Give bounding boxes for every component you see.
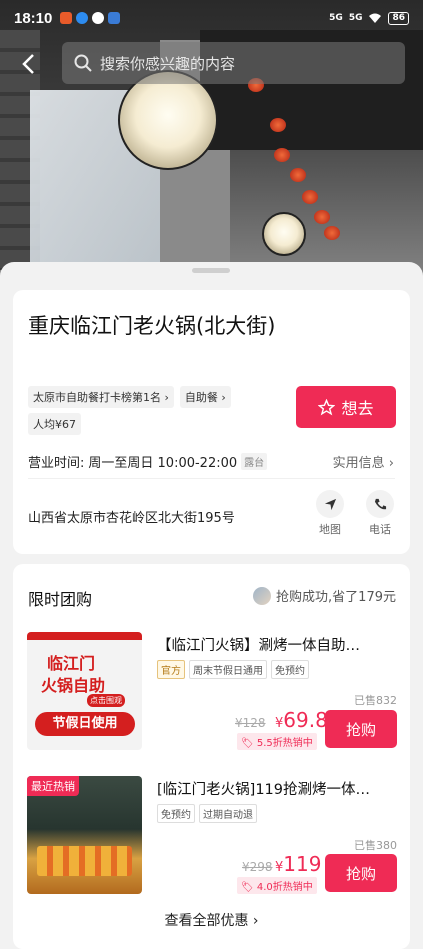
- lantern: [290, 168, 306, 182]
- app-notification-icon: [92, 12, 105, 24]
- status-right: 5G 5G 86: [329, 11, 409, 25]
- want-label: 想去: [341, 399, 374, 418]
- ranking-tag[interactable]: 太原市自助餐打卡榜第1名 ›: [28, 386, 174, 408]
- useful-info-link[interactable]: 实用信息 ›: [333, 452, 394, 471]
- business-hours: 营业时间: 周一至周日 10:00-22:00 露台: [28, 452, 268, 471]
- phone-icon: [374, 498, 386, 509]
- avatar: [253, 586, 272, 605]
- deal-tag: 免预约: [157, 804, 195, 823]
- deal-title: 【临江门火锅】涮烤一体自助…: [157, 638, 360, 654]
- thumb-text: 临江门: [47, 654, 96, 673]
- status-bar: 18:10 5G 5G 86: [0, 0, 423, 36]
- deal-item[interactable]: 临江门 火锅自助 点击围观 节假日使用 【临江门火锅】涮烤一体自助… 官方 周末…: [27, 632, 397, 750]
- buy-button[interactable]: 抢购: [325, 854, 397, 892]
- thumb-badge: 点击围观: [87, 694, 125, 707]
- deal-tags: 官方 周末节假日通用 免预约: [157, 660, 309, 679]
- promo-banner: 抢购成功,省了179元: [253, 586, 396, 605]
- deal-title: [临江门老火锅]119抢涮烤一体…: [157, 782, 370, 798]
- status-time: 18:10: [14, 9, 53, 27]
- sold-count: 已售380: [354, 839, 397, 852]
- search-placeholder: 搜索你感兴趣的内容: [100, 54, 236, 73]
- app-notification-icon: [60, 12, 73, 24]
- lantern: [270, 118, 286, 132]
- search-icon: [74, 54, 92, 72]
- hours-value: 周一至周日 10:00-22:00: [88, 456, 238, 471]
- lantern: [274, 148, 290, 162]
- signal-5g-2: 5G: [348, 13, 363, 23]
- pendant-lamp-small: [262, 212, 306, 256]
- category-tag[interactable]: 自助餐 ›: [179, 386, 231, 408]
- signal-5g-1: 5G: [329, 13, 343, 23]
- deal-price: ¥119: [275, 852, 322, 876]
- wifi-icon: [369, 13, 382, 23]
- deal-thumbnail: 临江门 火锅自助 点击围观 节假日使用: [27, 632, 142, 750]
- shop-name: 重庆临江门老火锅(北大街): [28, 314, 276, 338]
- discount-badge: 🏷 5.5折热销中: [237, 733, 317, 750]
- app-notification-icon: [76, 12, 89, 24]
- hot-badge: 最近热销: [27, 776, 79, 796]
- deal-thumbnail: 最近热销: [27, 776, 142, 894]
- sheet-handle[interactable]: [192, 268, 230, 273]
- hours-label: 营业时间:: [28, 456, 85, 471]
- chevron-left-icon: [22, 54, 34, 74]
- hours-badge: 露台: [241, 453, 268, 470]
- shop-tags: 太原市自助餐打卡榜第1名 › 自助餐 › 人均¥67: [28, 386, 288, 435]
- shop-address: 山西省太原市杏花岭区北大街195号: [28, 511, 235, 526]
- divider: [28, 478, 395, 479]
- pendant-lamp: [118, 70, 218, 170]
- app-notification-icon: [108, 12, 121, 24]
- lantern: [314, 210, 330, 224]
- original-price: ¥298: [242, 860, 273, 874]
- deal-tag: 免预约: [271, 660, 309, 679]
- navigation-icon: [324, 498, 336, 510]
- discount-badge: 🏷 4.0折热销中: [237, 877, 317, 894]
- deal-tags: 免预约 过期自动退: [157, 804, 257, 823]
- sold-count: 已售832: [354, 694, 397, 707]
- official-tag: 官方: [157, 660, 185, 679]
- thumb-text: 节假日使用: [35, 712, 135, 736]
- buy-button[interactable]: 抢购: [325, 710, 397, 748]
- want-to-go-button[interactable]: 想去: [296, 386, 396, 428]
- deal-item[interactable]: 最近热销 [临江门老火锅]119抢涮烤一体… 免预约 过期自动退 已售380 ¥…: [27, 776, 397, 894]
- deal-tag: 过期自动退: [199, 804, 257, 823]
- map-button[interactable]: 地图: [310, 490, 350, 537]
- view-all-deals-link[interactable]: 查看全部优惠 ›: [13, 910, 410, 930]
- shop-info-card: 重庆临江门老火锅(北大街) 太原市自助餐打卡榜第1名 › 自助餐 › 人均¥67…: [13, 290, 410, 554]
- thumb-text: 火锅自助: [41, 676, 106, 695]
- battery-icon: 86: [388, 11, 409, 25]
- deal-tag: 周末节假日通用: [189, 660, 267, 679]
- search-input[interactable]: 搜索你感兴趣的内容: [62, 42, 405, 84]
- deals-card: 限时团购 抢购成功,省了179元 临江门 火锅自助 点击围观 节假日使用 【临江…: [13, 564, 410, 949]
- deals-title: 限时团购: [28, 590, 93, 609]
- back-button[interactable]: [14, 50, 42, 78]
- star-icon: [318, 398, 336, 415]
- original-price: ¥128: [235, 716, 266, 730]
- lantern: [302, 190, 318, 204]
- deal-price: ¥69.8: [275, 708, 328, 732]
- notification-icons: [60, 12, 121, 24]
- lantern: [324, 226, 340, 240]
- avg-price-tag: 人均¥67: [28, 413, 81, 435]
- phone-button[interactable]: 电话: [360, 490, 400, 537]
